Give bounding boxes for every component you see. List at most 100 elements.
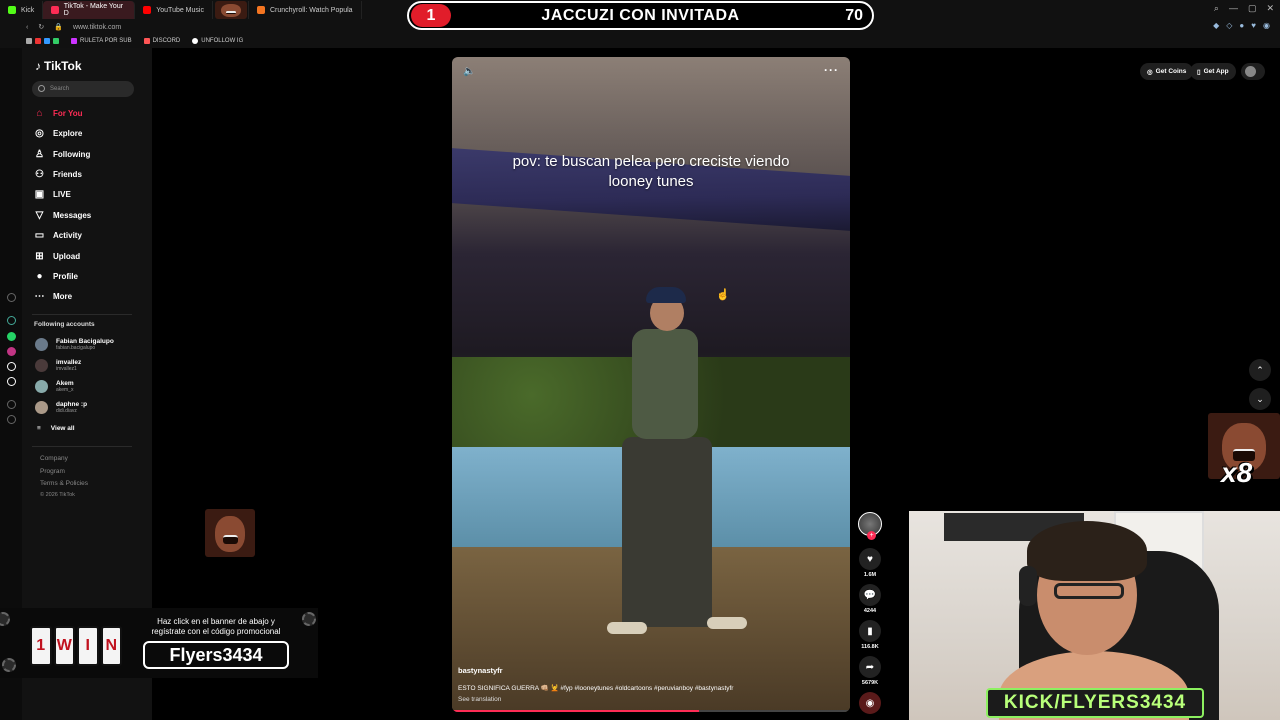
sidebar-item-profile[interactable]: ● Profile [34,269,77,283]
search-tabs-icon[interactable]: ⌕ [1214,3,1219,14]
video-author[interactable]: bastynastyfr [458,666,503,675]
save-button[interactable]: ▮ 116.8K [858,620,882,650]
close-icon[interactable]: ✕ [1266,3,1274,14]
profile-avatar-icon[interactable]: ◉ [1263,21,1270,30]
friends-icon: ⚇ [35,168,44,180]
bookmarks-bar: RULETA POR SUB DISCORD UNFOLLOW IG [0,34,1280,48]
extension-icon[interactable]: ♥ [1251,21,1256,30]
sidebar-item-explore[interactable]: ◎ Explore [34,126,82,140]
following-account[interactable]: imvallez imvallez1 [35,357,81,373]
get-coins-button[interactable]: ◎ Get Coins [1140,63,1194,80]
sidebar-item-live[interactable]: ▣ LIVE [34,187,71,201]
heart-icon: ♥ [859,548,881,570]
view-all-link[interactable]: ≡ View all [37,425,75,432]
activity-icon: ▭ [34,229,45,241]
video-progress-bar[interactable] [452,710,850,712]
footer-terms[interactable]: Terms & Policies [40,480,88,487]
tiktok-icon [51,6,59,14]
sidebar-item-upload[interactable]: ⊞ Upload [34,249,80,263]
bookmark-unfollow[interactable]: UNFOLLOW IG [192,38,243,44]
like-button[interactable]: ♥ 1.6M [858,548,882,578]
bookmark-icon [71,38,77,44]
promo-banner[interactable]: 1WIN Haz click en el banner de abajo y r… [0,608,318,678]
casino-chip-icon [0,612,10,626]
tiktok-side-icon[interactable] [7,362,16,371]
avatar [35,379,48,393]
search-icon [38,85,45,92]
sidebar-item-following[interactable]: ♙ Following [34,147,90,161]
casino-chip-icon [302,612,316,626]
user-avatar[interactable] [1241,63,1265,80]
maximize-icon[interactable]: ▢ [1248,3,1257,14]
messages-icon: ▽ [35,209,44,221]
search-input[interactable]: Search [32,81,134,97]
next-video-button[interactable]: ⌄ [1249,388,1271,410]
settings-icon[interactable] [7,415,16,424]
avatar [35,337,48,351]
tab-tiktok[interactable]: TikTok - Make Your D [43,1,136,19]
sidebar-item-messages[interactable]: ▽ Messages [34,208,92,222]
follow-plus-icon[interactable]: + [867,531,876,540]
get-app-button[interactable]: ▯ Get App [1190,63,1236,80]
minimize-icon[interactable]: — [1229,3,1238,14]
tiktok-logo[interactable]: ♪ TikTok [35,59,82,73]
sidebar-item-more[interactable]: ⋯ More [34,289,73,303]
promo-brand-logo: 1WIN [30,626,122,666]
casino-chip-icon [2,658,16,672]
compass-icon: ◎ [35,127,44,139]
sidebar-item-for-you[interactable]: ⌂ For You [34,106,82,120]
tab-emote-thumb[interactable] [213,1,249,19]
youtube-music-icon [143,6,152,14]
reload-icon[interactable]: ↻ [38,23,44,31]
previous-video-button[interactable]: ⌃ [1249,359,1271,381]
bookmark-discord[interactable]: DISCORD [143,38,180,44]
volume-icon[interactable]: 🔈 [463,66,475,77]
sidebar-item-activity[interactable]: ▭ Activity [34,228,82,242]
more-icon: ⋯ [34,290,45,302]
promo-brand-letter: 1 [30,626,52,666]
home-icon: ⌂ [36,107,43,119]
mouse-cursor-icon: ☝ [716,289,730,301]
instagram-icon[interactable] [7,347,16,356]
x-icon[interactable] [7,377,16,386]
whatsapp-icon[interactable] [7,332,16,341]
video-person [607,287,747,647]
divider [32,446,132,447]
share-button[interactable]: ➦ 5679K [858,656,882,686]
see-translation-link[interactable]: See translation [458,696,501,703]
history-icon[interactable] [7,293,16,302]
promo-text: Haz click en el banner de abajo y regíst… [151,617,281,636]
chatgpt-icon[interactable] [7,316,16,325]
promo-brand-letter: I [77,626,99,666]
chevron-down-icon: ⌄ [1256,393,1264,404]
banner-number: 1 [411,4,451,27]
video-player[interactable]: pov: te buscan pelea pero creciste viend… [452,57,850,712]
footer-program[interactable]: Program [40,468,65,475]
tab-kick[interactable]: Kick [0,1,44,19]
video-description: ESTO SIGNIFICA GUERRA 👊🏼 💆 #fyp #looneyt… [458,685,734,692]
following-account[interactable]: Akem akem_x [35,378,74,394]
tab-crunchyroll[interactable]: Crunchyroll: Watch Popula [249,1,362,19]
following-account[interactable]: daphne :p didi.diavz [35,399,87,415]
music-disc[interactable]: ◉ [858,692,882,714]
following-icon: ♙ [35,148,44,160]
sidebar-item-friends[interactable]: ⚇ Friends [34,167,82,181]
extension-icon[interactable]: ◇ [1226,21,1232,30]
tiktok-note-icon: ♪ [35,59,41,73]
following-account[interactable]: Fabian Bacigalupo fabian.bacigalupo [35,336,114,352]
more-options-icon[interactable]: ··· [824,63,839,77]
bookmark-ruleta[interactable]: RULETA POR SUB [71,38,132,44]
tab-youtube-music[interactable]: YouTube Music [135,1,213,19]
extension-icon[interactable]: ● [1239,21,1244,30]
extension-icon[interactable]: ◆ [1213,21,1219,30]
url-field[interactable]: www.tiktok.com [73,24,121,31]
footer-company[interactable]: Company [40,455,68,462]
back-icon[interactable]: ‹ [26,24,28,31]
emote-image [214,1,247,19]
creator-avatar[interactable]: + [858,512,882,540]
stream-goal-banner: 1 JACCUZI CON INVITADA 70 [407,1,874,30]
bookmark-icon-row [26,38,59,44]
upload-icon: ⊞ [35,250,44,262]
clock-icon[interactable] [7,400,16,409]
comment-button[interactable]: 💬 4244 [858,584,882,614]
